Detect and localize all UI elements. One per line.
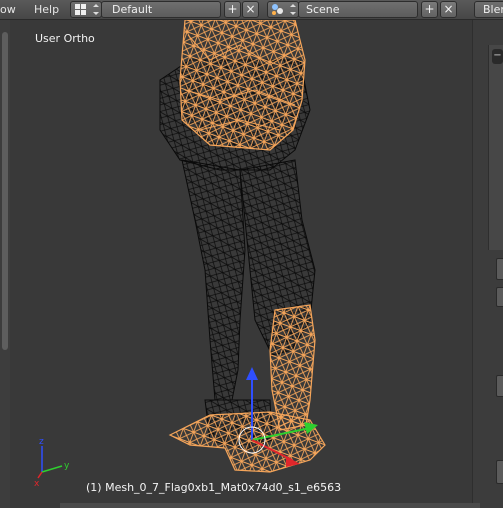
3d-viewport[interactable]: z y x User Ortho (1) Mesh_0_7_Flag0xb1_M… (10, 20, 472, 508)
render-engine-field[interactable]: Blen (474, 1, 503, 18)
svg-text:y: y (64, 461, 70, 471)
view-mode-label: User Ortho (35, 32, 95, 45)
scene-field[interactable]: Scene (298, 1, 418, 18)
properties-panel-edge (488, 45, 503, 250)
svg-text:z: z (39, 437, 44, 447)
properties-tab[interactable] (496, 460, 503, 484)
tool-shelf-edge (0, 20, 10, 508)
bottom-header-edge (60, 503, 480, 508)
collapse-panel-button[interactable]: − (492, 49, 503, 64)
info-header: ow Help Default + × Scene + × Blen (0, 0, 503, 20)
properties-tab[interactable] (496, 258, 503, 280)
svg-text:x: x (34, 479, 40, 489)
mesh-wireframe: z y x (34, 20, 326, 489)
axis-indicator: z y x (34, 437, 70, 489)
scene-icon (272, 4, 296, 15)
screen-layout-icon-button[interactable] (70, 1, 102, 18)
window-menu[interactable]: ow (0, 3, 16, 16)
delete-layout-button[interactable]: × (242, 1, 259, 18)
add-layout-button[interactable]: + (224, 1, 241, 18)
properties-tab[interactable] (496, 287, 503, 307)
grid-icon (75, 4, 99, 15)
delete-scene-button[interactable]: × (440, 1, 457, 18)
help-menu[interactable]: Help (34, 3, 59, 16)
screen-layout-field[interactable]: Default (101, 1, 221, 18)
scene-icon-button[interactable] (267, 1, 299, 18)
tool-shelf-scrollbar[interactable] (2, 32, 8, 350)
properties-tab[interactable] (496, 375, 503, 397)
add-scene-button[interactable]: + (421, 1, 438, 18)
active-object-label: (1) Mesh_0_7_Flag0xb1_Mat0x74d0_s1_e6563 (86, 481, 342, 494)
